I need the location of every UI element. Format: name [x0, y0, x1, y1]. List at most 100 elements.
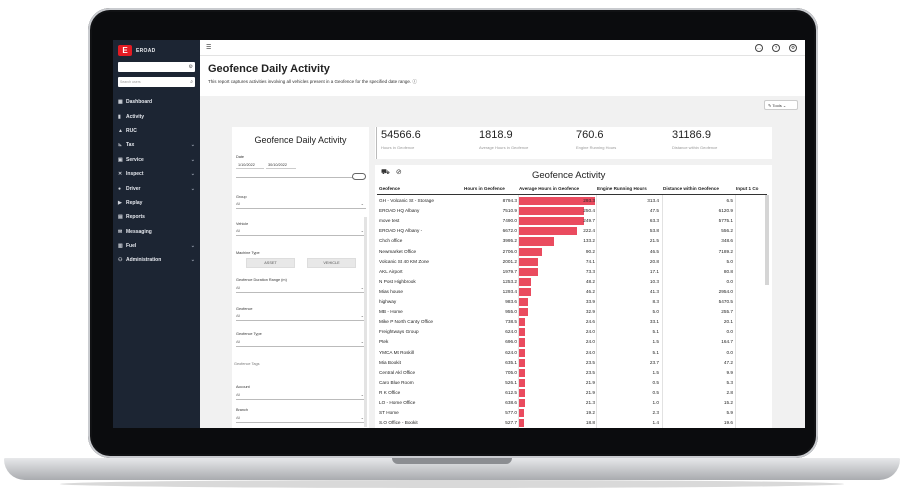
geofence-tags-label[interactable]: Geofence Tags	[234, 362, 259, 366]
date-slider[interactable]	[236, 177, 361, 178]
org-select[interactable]: ⚙	[118, 62, 195, 72]
geofence-type-select[interactable]: All ⌄	[236, 338, 366, 347]
branch-select[interactable]: All ⌄	[236, 414, 366, 423]
col-engine[interactable]: Engine Running Hours	[597, 186, 647, 191]
sidebar-item-label: RUC	[126, 127, 137, 134]
duration-select[interactable]: All ⌄	[236, 284, 366, 293]
menu-toggle-icon[interactable]: ☰	[206, 44, 211, 51]
table-row[interactable]: EROAD HQ Albany - 6672.0 222.4 53.8 556.2	[377, 226, 767, 236]
sidebar-nav: ▦ Dashboard ▮ Activity ▲ RUC ⊾ Tax ⌄ ▣ Service ⌄ ✕ In…	[113, 95, 200, 268]
table-row[interactable]: Caro Blue Room 526.1 21.9 0.5 5.3	[377, 378, 767, 388]
vehicle-select[interactable]: All ⌄	[236, 227, 366, 236]
sidebar-item-dashboard[interactable]: ▦ Dashboard	[113, 95, 200, 109]
filter-scrollbar[interactable]	[364, 217, 367, 427]
table-row[interactable]: AKL Airport 1979.7 73.3 17.1 80.8	[377, 267, 767, 277]
search-icon[interactable]: ⌕	[190, 79, 193, 85]
vehicle-label: Vehicle	[236, 222, 249, 226]
sidebar-item-replay[interactable]: ▶ Replay	[113, 196, 200, 210]
table-row[interactable]: S.O Office - Bookit 527.7 18.8 1.4 19.6	[377, 418, 767, 428]
average-bar	[519, 237, 554, 246]
distance-cell: 20.1	[723, 319, 733, 325]
sidebar-item-inspect[interactable]: ✕ Inspect ⌄	[113, 167, 200, 181]
table-row[interactable]: Freightways Group 624.0 24.0 5.1 0.0	[377, 327, 767, 337]
average-cell: 24.0	[585, 349, 595, 355]
table-row[interactable]: MB - Home 955.0 32.9 5.0 255.7	[377, 307, 767, 317]
col-average[interactable]: Average Hours in Geofence	[519, 186, 579, 191]
table-row[interactable]: Ptek 696.0 24.0 1.5 164.7	[377, 337, 767, 347]
engine-cell: 23.7	[649, 359, 659, 365]
table-row[interactable]: YMCA Mt Roskill 624.0 24.0 5.1 0.0	[377, 348, 767, 358]
settings-icon[interactable]: ⚙	[789, 44, 797, 52]
header-divider	[377, 194, 767, 195]
table-scrollbar[interactable]	[765, 195, 769, 285]
engine-cell: 33.1	[649, 319, 659, 325]
table-row[interactable]: Chch office 3995.2 133.2 21.5 348.6	[377, 236, 767, 246]
sidebar-item-label: Replay	[126, 199, 143, 206]
hours-cell: 624.0	[505, 349, 517, 355]
sidebar-item-activity[interactable]: ▮ Activity	[113, 109, 200, 123]
table-row[interactable]: GH - Volcanic St - Storage 8794.3 293.3 313…	[377, 196, 767, 206]
help-icon[interactable]: ?	[772, 44, 780, 52]
sidebar-item-fuel[interactable]: ▥ Fuel ⌄	[113, 239, 200, 253]
table-row[interactable]: R K Office 612.5 21.9 0.5 2.8	[377, 388, 767, 398]
average-cell: 24.6	[585, 319, 595, 325]
geofence-activity-table: ⛟ ⊘ Geofence Activity Geofence Hours in …	[375, 165, 772, 428]
date-to-input[interactable]: 30/10/2022	[266, 161, 296, 169]
kpi-label: Engine Running Hours	[576, 145, 617, 150]
group-select[interactable]: All ⌄	[236, 200, 366, 209]
hours-cell: 955.0	[505, 309, 517, 315]
table-row[interactable]: EROAD HQ Albany 7510.9 250.4 47.5 6120.9	[377, 206, 767, 216]
col-input[interactable]: Input 1 Co	[736, 186, 758, 191]
col-geofence[interactable]: Geofence	[379, 186, 400, 191]
ruc-icon: ▲	[118, 127, 123, 134]
table-row[interactable]: LO - Home Office 638.6 21.3 1.0 15.2	[377, 398, 767, 408]
user-search-placeholder: Search users	[120, 80, 141, 84]
engine-cell: 21.5	[649, 238, 659, 244]
table-row[interactable]: Newmarket Office 2706.0 90.2 46.5 7189.2	[377, 247, 767, 257]
distance-cell: 0.0	[726, 329, 733, 335]
grid-icon: ▦	[118, 99, 123, 106]
sidebar-item-reports[interactable]: ▤ Reports	[113, 210, 200, 224]
average-bar	[519, 277, 532, 286]
car-icon[interactable]: ⛟	[381, 168, 390, 177]
col-distance[interactable]: Distance within Geofence	[663, 186, 719, 191]
engine-cell: 1.5	[652, 369, 659, 375]
user-search-input[interactable]: Search users ⌕	[118, 77, 195, 87]
date-from-input[interactable]: 1/10/2022	[236, 161, 264, 169]
col-hours[interactable]: Hours in Geofence	[464, 186, 505, 191]
table-row[interactable]: Volcanic St 40 KM Zone 2001.2 74.1 20.8 5.0	[377, 257, 767, 267]
sidebar-item-service[interactable]: ▣ Service ⌄	[113, 153, 200, 167]
sidebar-item-ruc[interactable]: ▲ RUC	[113, 124, 200, 138]
geofence-value: All	[236, 314, 241, 318]
table-row[interactable]: Mike P North Canty Office 738.5 24.6 33.1 20…	[377, 317, 767, 327]
sidebar-item-driver[interactable]: ● Driver ⌄	[113, 181, 200, 195]
table-row[interactable]: Central Akl Office 705.0 23.5 1.5 9.9	[377, 368, 767, 378]
brand[interactable]: E EROAD	[118, 45, 156, 56]
geofence-select[interactable]: All ⌄	[236, 312, 366, 321]
sidebar-item-administration[interactable]: ⚇ Administration ⌄	[113, 253, 200, 267]
sidebar-item-tax[interactable]: ⊾ Tax ⌄	[113, 138, 200, 152]
chevron-down-icon: ⌄	[190, 185, 195, 192]
engine-cell: 63.3	[649, 218, 659, 224]
table-row[interactable]: move test 7490.0 249.7 63.3 5775.1	[377, 216, 767, 226]
table-row[interactable]: ST Home 577.0 19.2 2.3 5.9	[377, 408, 767, 418]
asset-toggle[interactable]: ASSET	[246, 258, 295, 268]
geofence-cell: Central Akl Office	[379, 369, 416, 375]
hours-cell: 1979.7	[502, 268, 517, 274]
vehicle-toggle[interactable]: VEHICLE	[307, 258, 356, 268]
account-select[interactable]: All ⌄	[236, 391, 366, 400]
distance-cell: 164.7	[721, 339, 733, 345]
sidebar-item-messaging[interactable]: ✉ Messaging	[113, 225, 200, 239]
duration-label: Geofence Duration Range (m)	[236, 278, 287, 282]
average-bar	[519, 419, 524, 428]
table-row[interactable]: Mia Bookit 635.1 23.5 23.7 47.2	[377, 358, 767, 368]
tools-button[interactable]: ✎ Tools ⌄	[764, 100, 798, 110]
table-row[interactable]: Mias house 1293.4 46.2 41.3 2954.0	[377, 287, 767, 297]
date-toggle[interactable]	[352, 173, 366, 180]
geofence-cell: EROAD HQ Albany -	[379, 228, 423, 234]
no-asset-icon[interactable]: ⊘	[396, 168, 402, 177]
geofence-cell: Freightways Group	[379, 329, 419, 335]
table-row[interactable]: highway 983.6 33.9 8.3 5470.5	[377, 297, 767, 307]
chat-icon[interactable]: …	[755, 44, 763, 52]
table-row[interactable]: N Post Highbrook 1253.2 48.2 10.3 0.0	[377, 277, 767, 287]
